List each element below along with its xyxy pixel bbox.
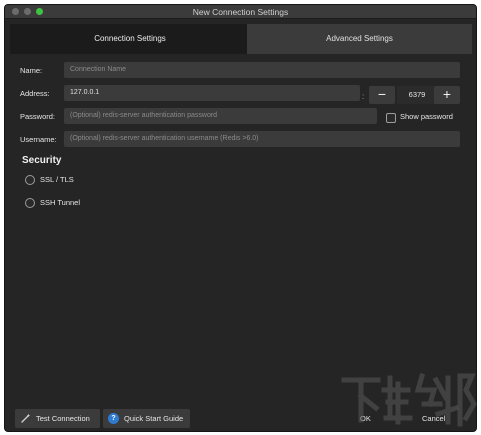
security-heading: Security [22, 155, 62, 166]
name-input[interactable]: Connection Name [64, 62, 460, 78]
tab-connection-settings[interactable]: Connection Settings [10, 24, 250, 54]
show-password-checkbox[interactable] [386, 113, 396, 123]
quick-start-guide-button[interactable]: ? Quick Start Guide [103, 409, 190, 428]
settings-tabs: Connection Settings Advanced Settings [10, 24, 472, 54]
port-input[interactable]: 6379 [397, 86, 437, 104]
quick-start-guide-label: Quick Start Guide [124, 414, 184, 423]
port-increment-button[interactable]: + [434, 86, 460, 104]
help-icon: ? [108, 413, 119, 424]
address-input[interactable]: 127.0.0.1 [64, 85, 360, 101]
ssl-tls-label[interactable]: SSL / TLS [40, 175, 74, 184]
wand-icon [21, 413, 31, 423]
test-connection-button[interactable]: Test Connection [15, 409, 100, 428]
ssl-tls-radio[interactable] [25, 175, 35, 185]
name-label: Name: [20, 66, 43, 75]
window-title: New Connection Settings [192, 7, 289, 17]
ssh-tunnel-radio[interactable] [25, 198, 35, 208]
show-password-label[interactable]: Show password [400, 112, 453, 121]
title-bar: New Connection Settings [5, 5, 476, 19]
port-separator: : [362, 92, 365, 101]
password-input[interactable]: (Optional) redis-server authentication p… [64, 108, 377, 124]
username-label: Username: [20, 135, 57, 144]
test-connection-label: Test Connection [36, 414, 90, 423]
password-label: Password: [20, 112, 56, 121]
port-decrement-button[interactable]: − [369, 86, 395, 104]
watermark-logo [341, 372, 477, 427]
tab-advanced-settings[interactable]: Advanced Settings [247, 24, 472, 54]
username-input[interactable]: (Optional) redis-server authentication u… [64, 131, 460, 147]
ssh-tunnel-label[interactable]: SSH Tunnel [40, 198, 80, 207]
address-label: Address: [20, 89, 50, 98]
